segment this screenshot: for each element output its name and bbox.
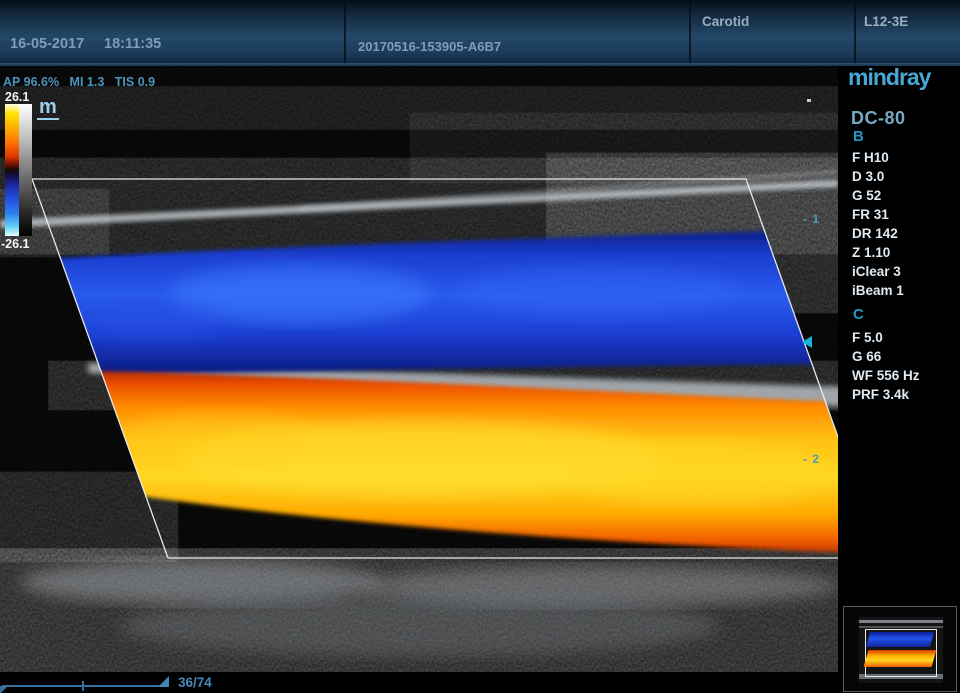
mechanical-index: MI 1.3 — [70, 75, 105, 89]
thumb-flow-orange — [864, 650, 937, 667]
c-mode-label: C — [853, 306, 864, 323]
exam-id: 20170516-153905-A6B7 — [358, 39, 501, 54]
color-scale-max: 26.1 — [5, 90, 29, 104]
velocity-color-strip — [5, 104, 19, 236]
acoustic-power: AP 96.6% — [3, 75, 59, 89]
ultrasound-image-area[interactable]: AP 96.6% MI 1.3 TIS 0.9 26.1 -26.1 m - 1… — [0, 66, 838, 693]
param-wall-filter: WF 556 Hz — [852, 366, 920, 385]
thermal-index: TIS 0.9 — [115, 75, 155, 89]
cine-track[interactable] — [2, 685, 168, 687]
thumb-tissue-line — [859, 626, 943, 628]
param-prf: PRF 3.4k — [852, 385, 920, 404]
param-frame-rate: FR 31 — [852, 205, 904, 224]
thumbnail-image — [859, 617, 943, 683]
acoustic-output-line: AP 96.6% MI 1.3 TIS 0.9 — [3, 75, 162, 89]
topbar-divider — [854, 0, 856, 63]
exam-time: 18:11:35 — [104, 36, 161, 52]
cine-playhead-icon[interactable] — [158, 676, 169, 687]
mindray-logo: mindray — [848, 64, 930, 91]
color-doppler-scale-bar — [5, 104, 34, 236]
param-dynamic-range: DR 142 — [852, 224, 904, 243]
b-mode-label: B — [853, 128, 864, 145]
top-status-bar: 16-05-2017 18:11:35 20170516-153905-A6B7… — [0, 0, 960, 66]
param-ibeam: iBeam 1 — [852, 281, 904, 300]
thumb-flow-blue — [866, 632, 934, 647]
depth-tick-icon — [807, 99, 811, 102]
topbar-divider — [689, 0, 691, 63]
depth-marker-2: - 2 — [803, 452, 820, 466]
parameter-sidebar: mindray DC-80 B F H10 D 3.0 G 52 FR 31 D… — [838, 66, 960, 693]
cine-loop-bar[interactable]: 36/74 — [0, 673, 260, 693]
thumb-tissue-line — [859, 620, 943, 623]
c-mode-params: F 5.0 G 66 WF 556 Hz PRF 3.4k — [852, 328, 920, 404]
cine-mid-tick — [82, 681, 84, 691]
param-c-gain: G 66 — [852, 347, 920, 366]
param-frequency: F H10 — [852, 148, 904, 167]
topbar-divider — [344, 0, 346, 63]
cine-frame-counter: 36/74 — [178, 675, 212, 690]
param-zoom: Z 1.10 — [852, 243, 904, 262]
color-scale-min: -26.1 — [1, 237, 30, 251]
depth-marker-1: - 1 — [803, 212, 820, 226]
clip-thumbnail[interactable] — [843, 606, 957, 692]
mindray-m-icon: m — [37, 97, 59, 120]
param-depth: D 3.0 — [852, 167, 904, 186]
param-c-frequency: F 5.0 — [852, 328, 920, 347]
exam-date: 16-05-2017 — [10, 36, 84, 52]
b-mode-params: F H10 D 3.0 G 52 FR 31 DR 142 Z 1.10 iCl… — [852, 148, 904, 300]
probe-name[interactable]: L12-3E — [864, 14, 908, 29]
focus-position-icon — [802, 336, 812, 348]
param-iclear: iClear 3 — [852, 262, 904, 281]
machine-model: DC-80 — [851, 108, 906, 129]
ultrasound-render — [0, 66, 838, 693]
cine-start-icon — [0, 686, 8, 693]
grayscale-strip — [19, 104, 32, 236]
exam-preset[interactable]: Carotid — [702, 14, 749, 29]
param-gain: G 52 — [852, 186, 904, 205]
